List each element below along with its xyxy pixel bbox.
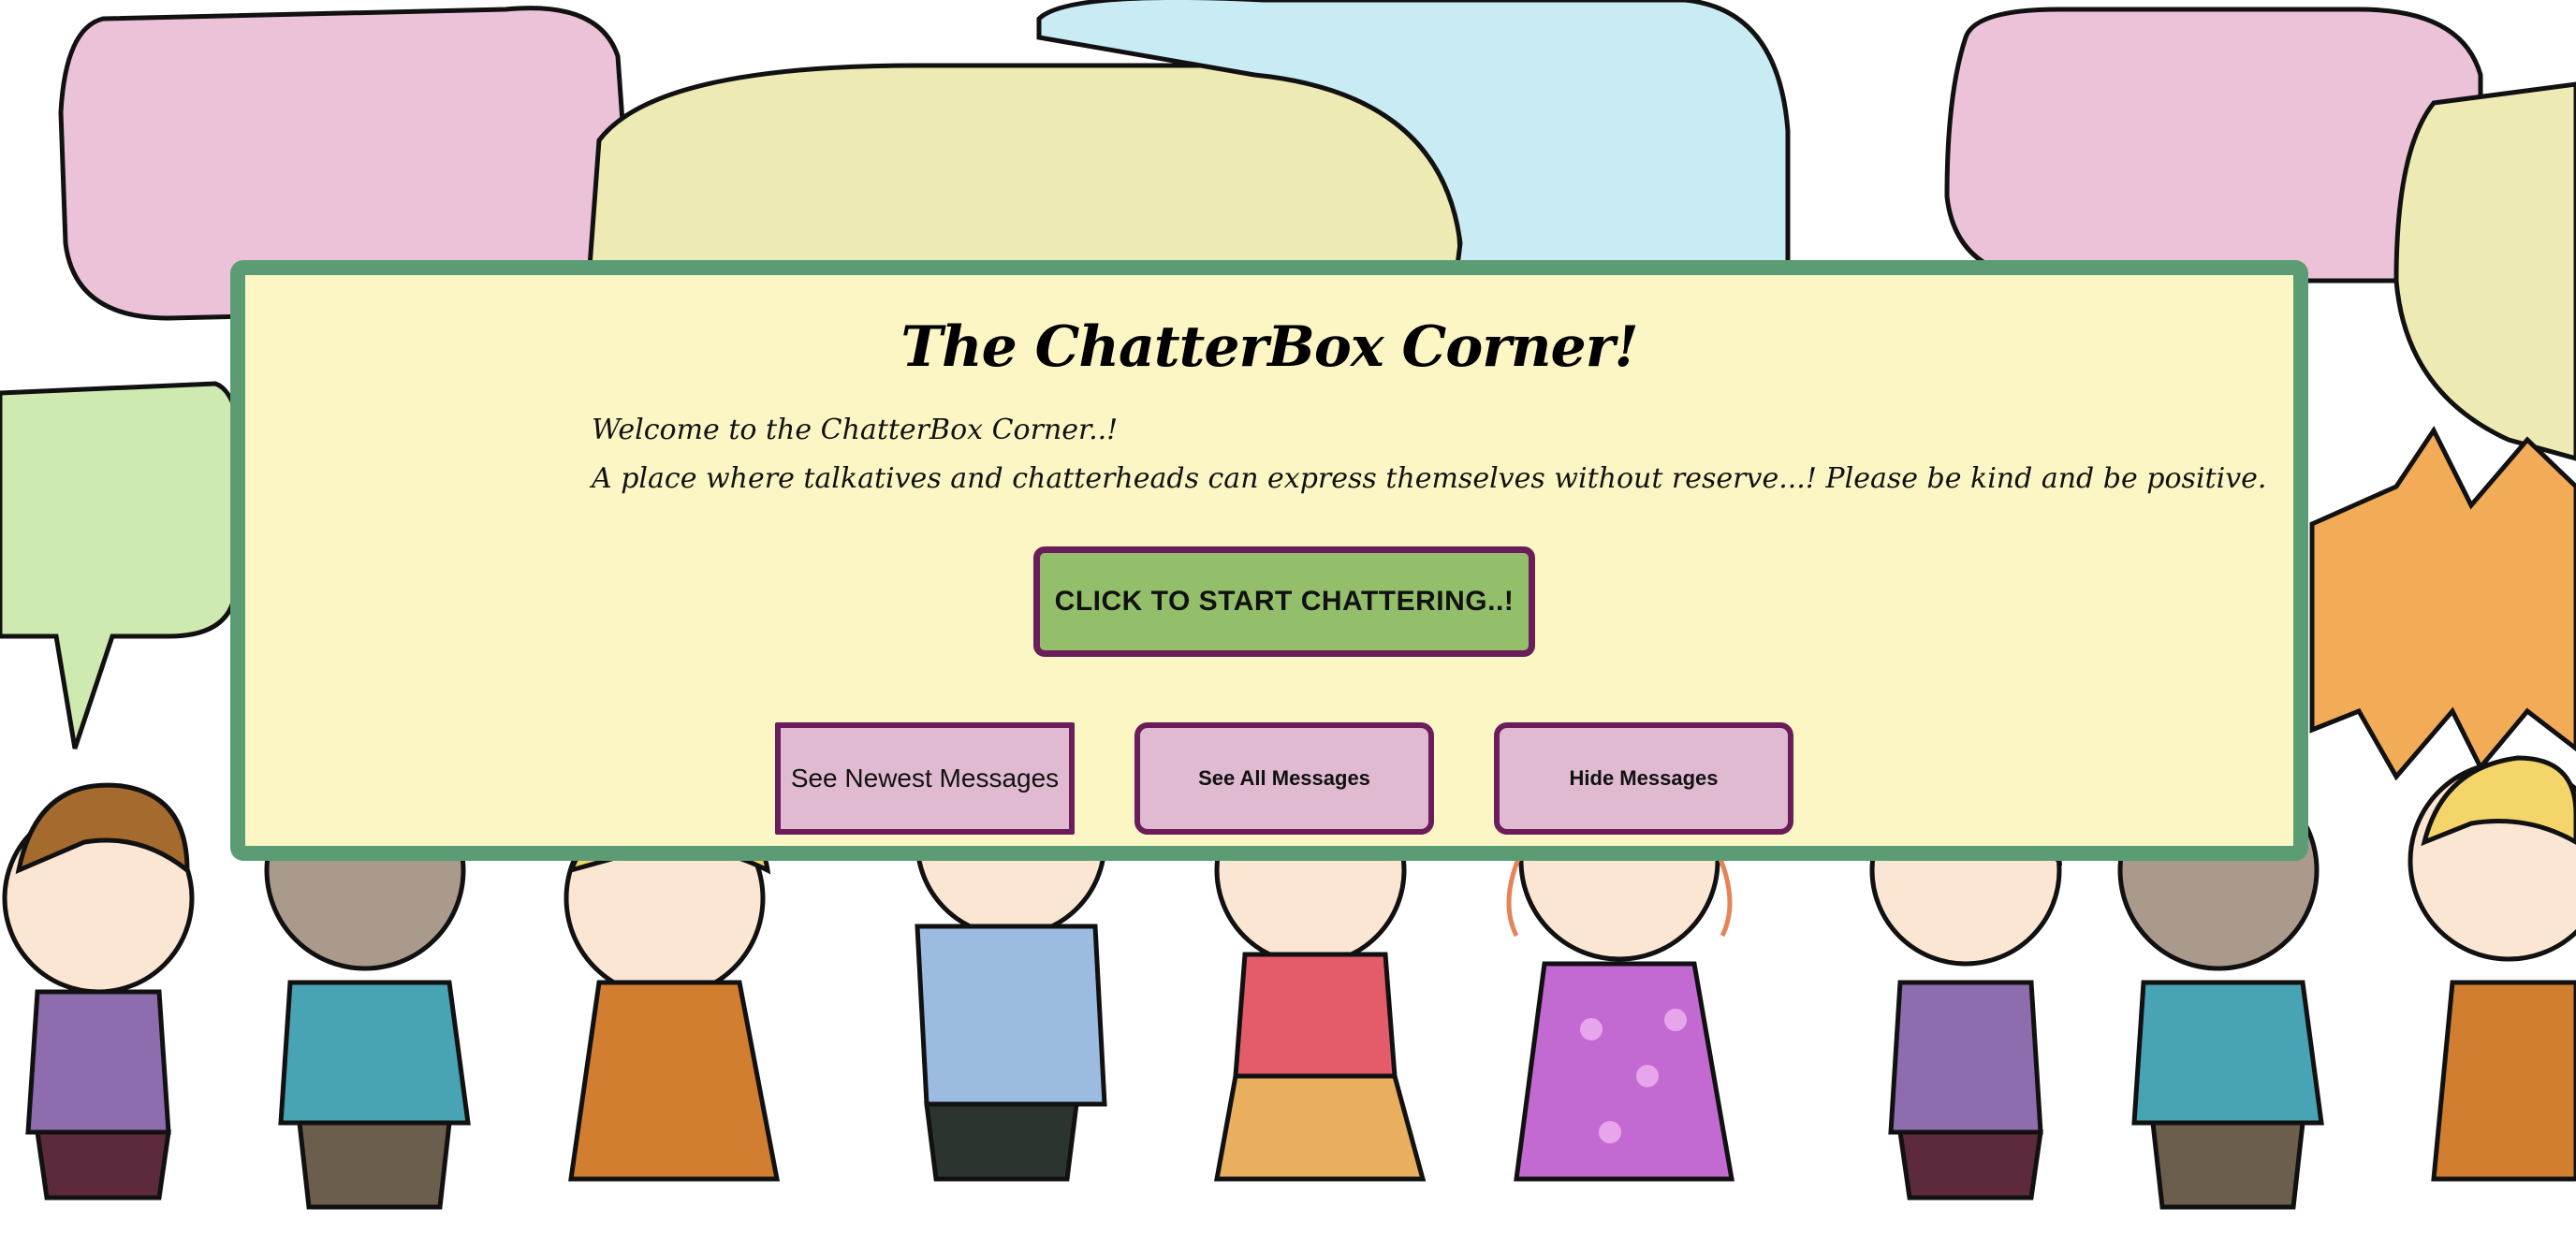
orange-burst-right — [2309, 426, 2576, 781]
see-newest-messages-button[interactable]: See Newest Messages — [775, 722, 1075, 835]
hide-messages-button[interactable]: Hide Messages — [1494, 722, 1793, 835]
intro-text: A place where talkatives and chatterhead… — [592, 462, 2267, 495]
main-panel: The ChatterBox Corner! Welcome to the Ch… — [230, 260, 2308, 861]
green-bubble-left — [0, 381, 246, 749]
start-chattering-button[interactable]: CLICK TO START CHATTERING..! — [1033, 546, 1535, 657]
see-all-messages-button[interactable]: See All Messages — [1134, 722, 1434, 835]
welcome-text: Welcome to the ChatterBox Corner..! — [592, 414, 1119, 446]
yellow-bubble-right — [2393, 81, 2576, 461]
child-figure — [2, 782, 195, 1201]
page-title: The ChatterBox Corner! — [900, 314, 1638, 380]
child-figure — [2408, 755, 2576, 1182]
